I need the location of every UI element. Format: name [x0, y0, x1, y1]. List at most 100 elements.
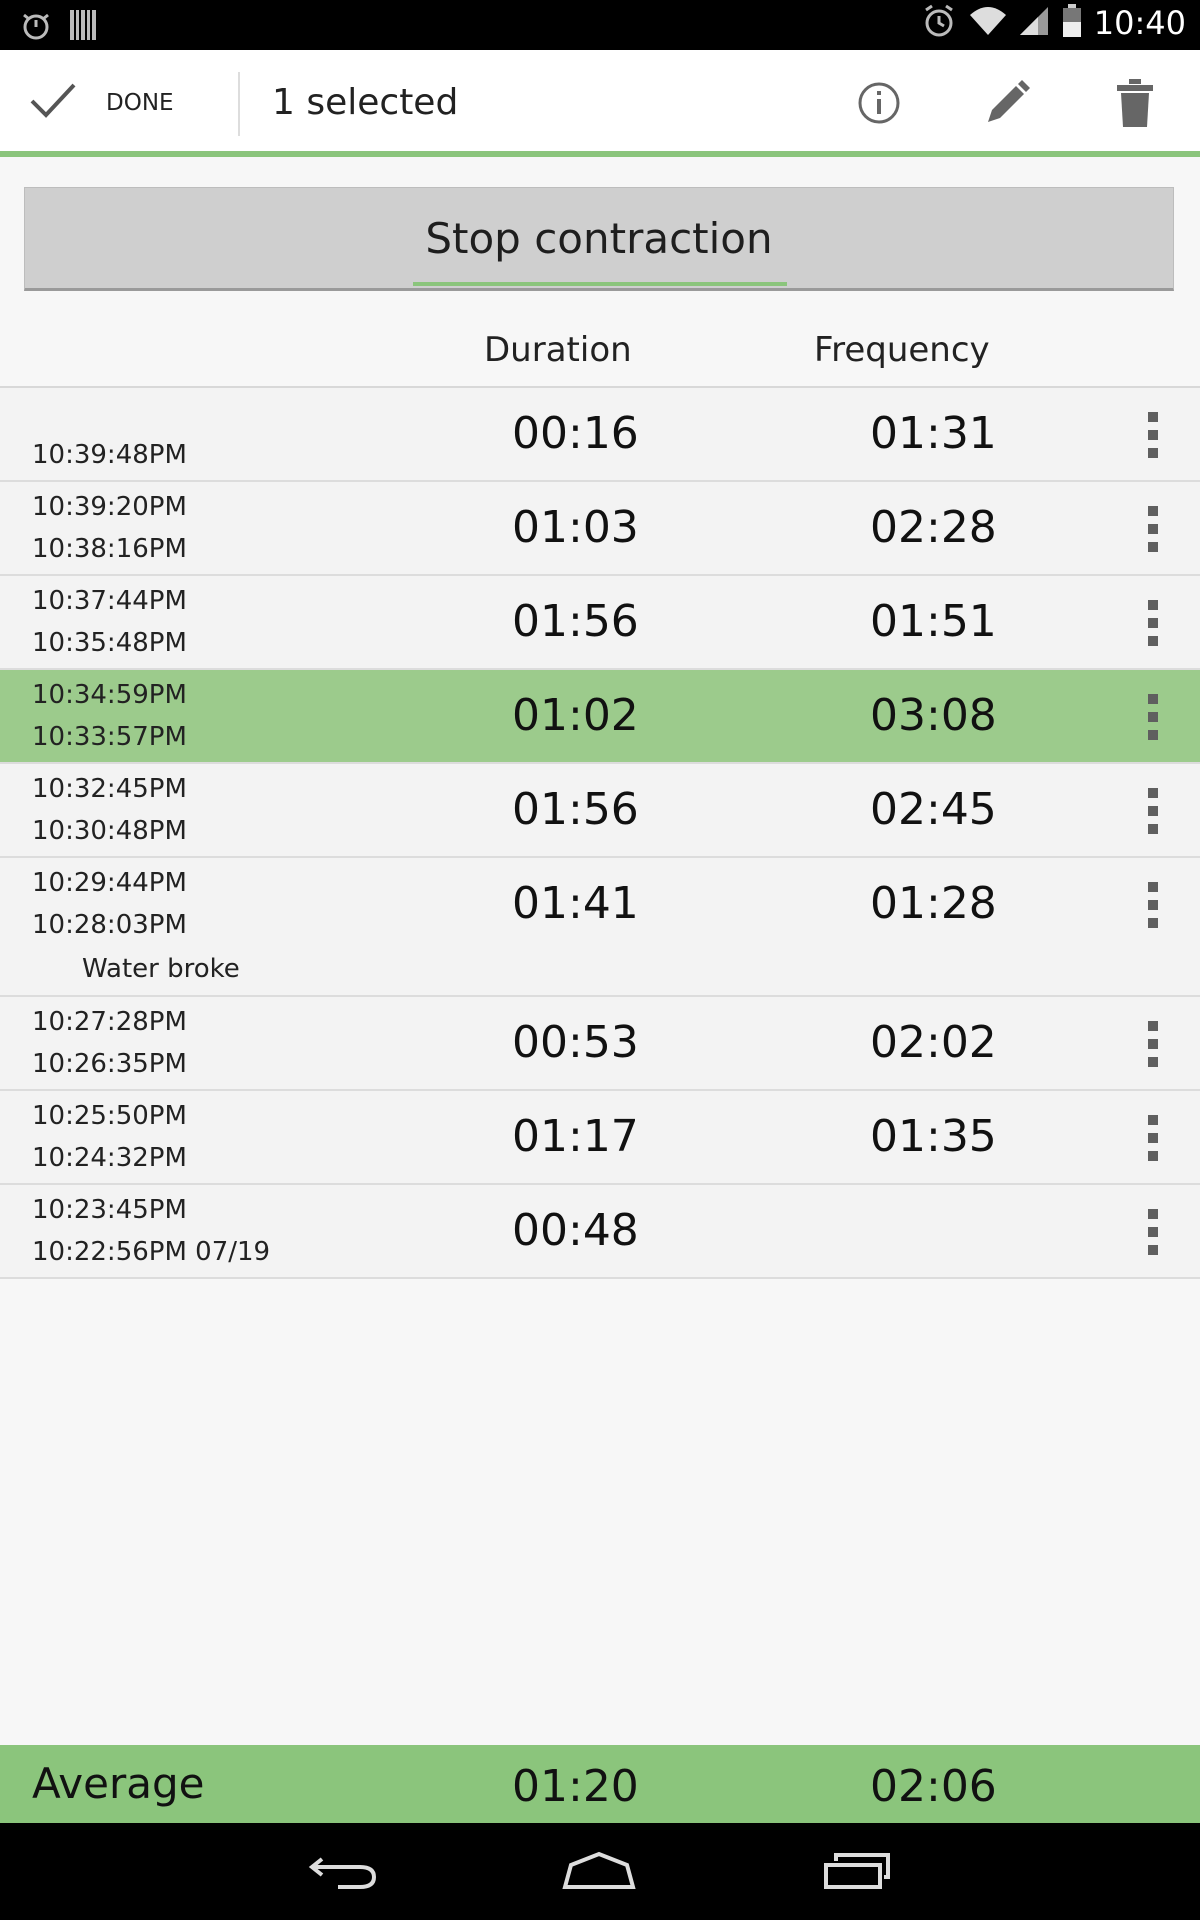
contraction-start-time: 10:29:44PM — [32, 868, 187, 898]
home-button[interactable] — [554, 1845, 644, 1901]
back-icon — [308, 1851, 378, 1895]
menu-dot — [1148, 1057, 1158, 1067]
wifi-icon — [968, 5, 1008, 41]
status-clock: 10:40 — [1093, 4, 1186, 42]
pencil-icon — [984, 80, 1030, 130]
contraction-end-time: 10:30:48PM — [32, 816, 187, 846]
contraction-row[interactable]: 10:32:45PM 10:30:48PM 01:56 02:45 — [0, 764, 1200, 858]
overflow-menu-icon[interactable] — [1138, 600, 1168, 646]
menu-dot — [1148, 542, 1158, 552]
overflow-menu-icon[interactable] — [1138, 506, 1168, 552]
contraction-duration: 00:53 — [512, 1017, 639, 1068]
edit-button[interactable] — [982, 80, 1032, 130]
contraction-frequency: 01:51 — [870, 596, 997, 647]
contraction-start-time: 10:27:28PM — [32, 1007, 187, 1037]
overflow-menu-icon[interactable] — [1138, 788, 1168, 834]
action-bar: DONE 1 selected — [0, 50, 1200, 157]
contraction-note: Water broke — [82, 954, 240, 984]
average-frequency: 02:06 — [870, 1761, 997, 1812]
contraction-start-time: 10:25:50PM — [32, 1101, 187, 1131]
stop-button-underline — [413, 282, 787, 286]
stop-contraction-button[interactable]: Stop contraction — [24, 187, 1174, 291]
contraction-duration: 01:56 — [512, 596, 639, 647]
contraction-frequency: 01:35 — [870, 1111, 997, 1162]
recents-button[interactable] — [812, 1845, 902, 1901]
contraction-end-time: 10:35:48PM — [32, 628, 187, 658]
contraction-duration: 00:48 — [512, 1205, 639, 1256]
info-button[interactable] — [854, 80, 904, 130]
signal-icon — [1019, 5, 1050, 41]
contraction-frequency: 01:28 — [870, 878, 997, 929]
menu-dot — [1148, 636, 1158, 646]
battery-icon — [1062, 4, 1082, 42]
overflow-menu-icon[interactable] — [1138, 412, 1168, 458]
contraction-row[interactable]: 10:23:45PM 10:22:56PM 07/19 00:48 — [0, 1185, 1200, 1279]
menu-dot — [1148, 1021, 1158, 1031]
contraction-row[interactable]: 10:25:50PM 10:24:32PM 01:17 01:35 — [0, 1091, 1200, 1185]
overflow-menu-icon[interactable] — [1138, 1115, 1168, 1161]
back-button[interactable] — [298, 1845, 388, 1901]
menu-dot — [1148, 730, 1158, 740]
average-duration: 01:20 — [512, 1761, 639, 1812]
contraction-row[interactable]: 10:27:28PM 10:26:35PM 00:53 02:02 — [0, 997, 1200, 1091]
menu-dot — [1148, 412, 1158, 422]
contraction-frequency: 02:28 — [870, 502, 997, 553]
average-bar: Average 01:20 02:06 — [0, 1745, 1200, 1823]
contraction-row[interactable]: 10:39:48PM 00:16 01:31 — [0, 388, 1200, 482]
action-bar-divider — [238, 72, 240, 136]
contraction-end-time: 10:38:16PM — [32, 534, 187, 564]
contraction-duration: 00:16 — [512, 408, 639, 459]
contraction-row[interactable]: 10:29:44PM 10:28:03PM 01:41 01:28 Water brok… — [0, 858, 1200, 997]
overflow-menu-icon[interactable] — [1138, 1209, 1168, 1255]
menu-dot — [1148, 918, 1158, 928]
overflow-menu-icon[interactable] — [1138, 882, 1168, 928]
contraction-duration: 01:41 — [512, 878, 639, 929]
contraction-end-time: 10:28:03PM — [32, 910, 187, 940]
info-icon — [857, 81, 901, 129]
check-icon — [30, 81, 76, 125]
menu-dot — [1148, 788, 1158, 798]
menu-dot — [1148, 618, 1158, 628]
menu-dot — [1148, 448, 1158, 458]
overflow-menu-icon[interactable] — [1138, 1021, 1168, 1067]
menu-dot — [1148, 524, 1158, 534]
contraction-row[interactable]: 10:39:20PM 10:38:16PM 01:03 02:28 — [0, 482, 1200, 576]
menu-dot — [1148, 1227, 1158, 1237]
done-button[interactable]: DONE — [30, 78, 174, 128]
home-icon — [561, 1851, 637, 1895]
contraction-frequency: 03:08 — [870, 690, 997, 741]
overflow-menu-icon[interactable] — [1138, 694, 1168, 740]
contraction-row-selected[interactable]: 10:34:59PM 10:33:57PM 01:02 03:08 — [0, 670, 1200, 764]
menu-dot — [1148, 600, 1158, 610]
menu-dot — [1148, 712, 1158, 722]
contraction-frequency: 02:02 — [870, 1017, 997, 1068]
contraction-frequency: 01:31 — [870, 408, 997, 459]
contraction-start-time: 10:39:20PM — [32, 492, 187, 522]
duration-column-header: Duration — [484, 330, 632, 370]
alarm-icon — [922, 4, 956, 42]
menu-dot — [1148, 900, 1158, 910]
action-bar-accent-line — [0, 151, 1200, 157]
contraction-end-time: 10:24:32PM — [32, 1143, 187, 1173]
stop-contraction-label: Stop contraction — [425, 214, 773, 263]
trash-icon — [1117, 79, 1153, 131]
menu-dot — [1148, 1209, 1158, 1219]
contraction-end-time: 10:39:48PM — [32, 440, 187, 470]
menu-dot — [1148, 824, 1158, 834]
status-right: 10:40 — [922, 4, 1186, 42]
menu-dot — [1148, 1039, 1158, 1049]
navigation-bar — [0, 1823, 1200, 1920]
menu-dot — [1148, 694, 1158, 704]
menu-dot — [1148, 1115, 1158, 1125]
contraction-end-time: 10:22:56PM 07/19 — [32, 1237, 271, 1267]
contraction-start-time: 10:32:45PM — [32, 774, 187, 804]
contraction-end-time: 10:26:35PM — [32, 1049, 187, 1079]
selection-count-title: 1 selected — [272, 82, 459, 123]
stopwatch-icon — [20, 10, 52, 44]
delete-button[interactable] — [1110, 79, 1160, 131]
contraction-row[interactable]: 10:37:44PM 10:35:48PM 01:56 01:51 — [0, 576, 1200, 670]
status-left-icons — [20, 10, 96, 44]
menu-dot — [1148, 1151, 1158, 1161]
contraction-duration: 01:02 — [512, 690, 639, 741]
contraction-duration: 01:17 — [512, 1111, 639, 1162]
